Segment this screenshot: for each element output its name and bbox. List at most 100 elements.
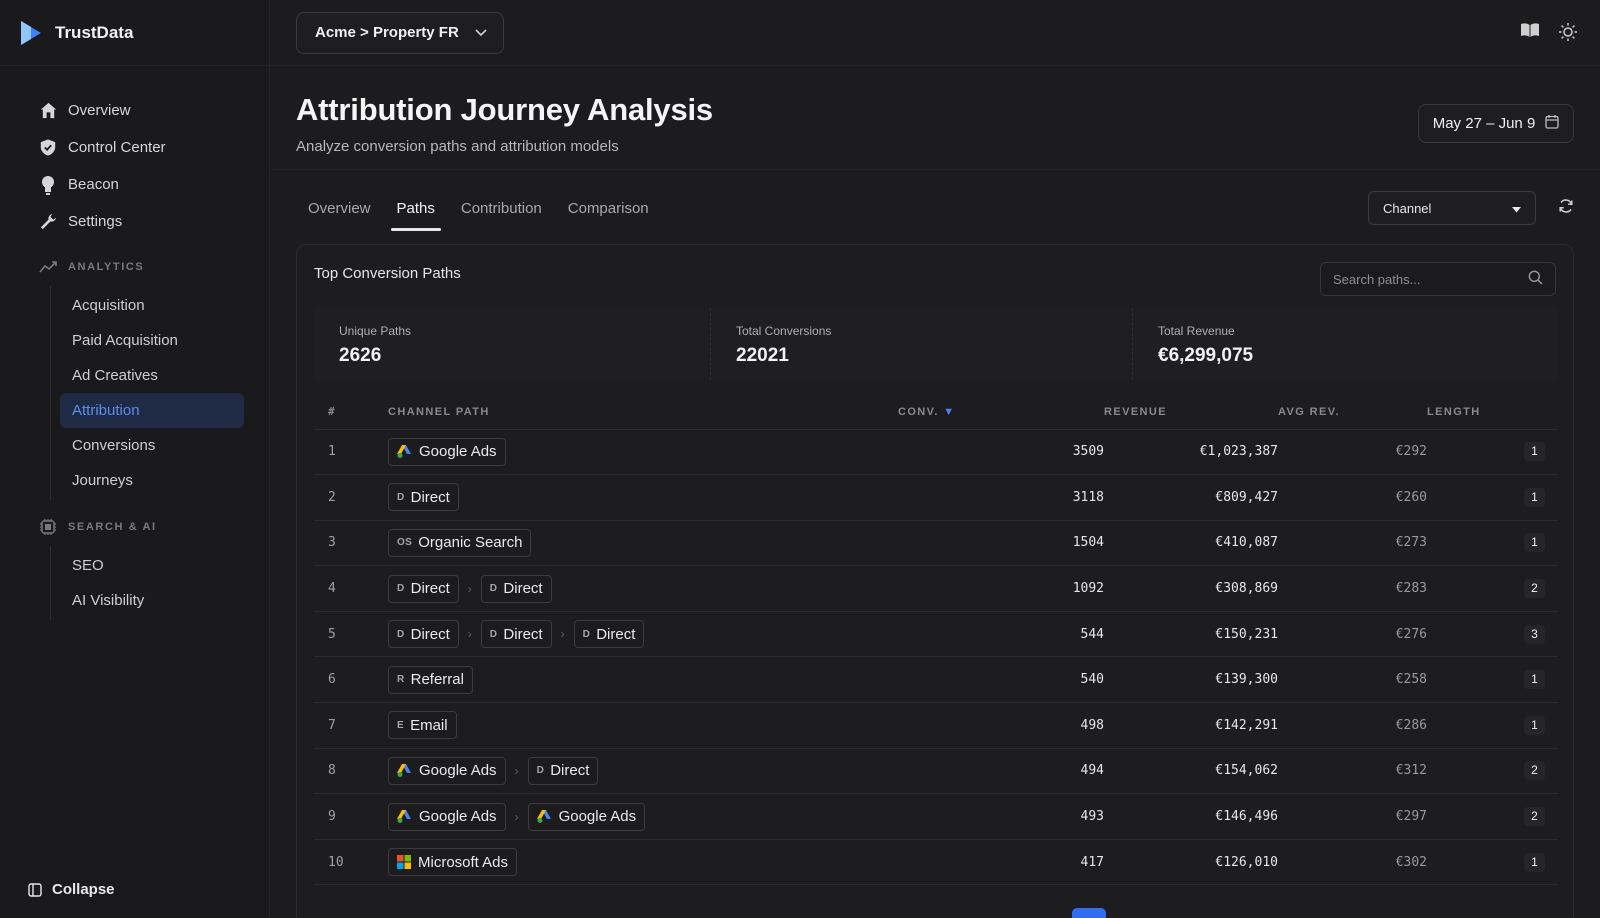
sidebar-item-journeys[interactable]: Journeys: [60, 463, 244, 498]
sidebar-item-attribution[interactable]: Attribution: [60, 393, 244, 428]
trend-icon: [38, 257, 58, 277]
table-row[interactable]: 9 Google Ads › Google Ads 493 €146,496 €297 2: [314, 793, 1558, 840]
row-index: 4: [314, 565, 388, 612]
table-row[interactable]: 6 R Referral 540 €139,300 €258 1: [314, 656, 1558, 704]
table-row[interactable]: 8 Google Ads › D Direct 494 €154,062 €312 2: [314, 748, 1558, 795]
length-badge: 2: [1524, 761, 1545, 781]
sidebar-item-overview[interactable]: Overview: [0, 92, 269, 129]
column-header-length[interactable]: LENGTH: [1427, 395, 1558, 430]
docs-book-icon[interactable]: [1520, 22, 1540, 42]
channel-chip[interactable]: D Direct: [388, 574, 459, 603]
sidebar-item-conversions[interactable]: Conversions: [60, 428, 244, 463]
table-row[interactable]: 10 Microsoft Ads 417 €126,010 €302 1: [314, 839, 1558, 886]
tab-paths[interactable]: Paths: [385, 188, 447, 231]
channel-chip[interactable]: D Direct: [480, 574, 552, 603]
sort-desc-icon: ▼: [943, 405, 956, 418]
sidebar-item-label: Settings: [68, 213, 123, 230]
path-arrow-icon: ›: [514, 763, 519, 778]
wrench-icon: [38, 212, 58, 232]
channel-abbr: OS: [397, 537, 413, 549]
sidebar-item-beacon[interactable]: Beacon: [0, 166, 269, 203]
sidebar-item-seo[interactable]: SEO: [60, 548, 244, 583]
channel-abbr: E: [397, 719, 405, 731]
topbar: Acme > Property FR: [270, 0, 1600, 66]
stat-label: Total Revenue: [1158, 324, 1235, 338]
channel-chip[interactable]: D Direct: [480, 620, 552, 649]
sidebar-item-ad-creatives[interactable]: Ad Creatives: [60, 358, 244, 393]
channel-chip[interactable]: D Direct: [573, 620, 645, 649]
sidebar-item-settings[interactable]: Settings: [0, 203, 269, 240]
theme-sun-icon[interactable]: [1558, 22, 1578, 42]
tab-contribution[interactable]: Contribution: [449, 188, 554, 228]
channel-name: Direct: [410, 488, 450, 506]
section-heading-analytics: ANALYTICS: [0, 252, 269, 282]
channel-path: Google Ads › Google Ads: [388, 802, 898, 831]
refresh-icon[interactable]: [1558, 198, 1574, 214]
row-length: 1: [1427, 474, 1558, 521]
card-title: Top Conversion Paths: [314, 265, 461, 282]
table-row[interactable]: 5 D Direct › D Direct › D Direct 544 €150,231 €276 3: [314, 611, 1558, 658]
pagination-current-page[interactable]: [1072, 908, 1106, 918]
table-header-row: # CHANNEL PATH CONV. ▼ REVENUE AVG REV. …: [314, 395, 1558, 430]
row-avg-revenue: €297: [1278, 793, 1427, 840]
channel-chip[interactable]: E Email: [388, 711, 457, 740]
google-ads-icon: [397, 445, 412, 459]
channel-name: Google Ads: [419, 762, 497, 780]
channel-chip[interactable]: Microsoft Ads: [388, 848, 518, 877]
channel-chip[interactable]: Google Ads: [388, 756, 506, 785]
analytics-subnav: Acquisition Paid Acquisition Ad Creative…: [50, 286, 269, 500]
channel-path: E Email: [388, 711, 898, 740]
channel-path: R Referral: [388, 665, 898, 694]
column-header-avg-revenue[interactable]: AVG REV.: [1278, 395, 1427, 430]
column-header-conversions[interactable]: CONV. ▼: [898, 395, 1104, 430]
row-conversions: 544: [898, 611, 1104, 658]
row-conversions: 1504: [898, 520, 1104, 567]
channel-chip[interactable]: D Direct: [527, 756, 599, 785]
date-range-picker[interactable]: May 27 – Jun 9: [1418, 104, 1574, 143]
table-row[interactable]: 7 E Email 498 €142,291 €286 1: [314, 702, 1558, 749]
stat-total-conversions: Total Conversions 22021: [711, 308, 1133, 380]
channel-chip[interactable]: D Direct: [388, 620, 459, 649]
channel-chip[interactable]: R Referral: [388, 665, 473, 694]
channel-abbr: R: [397, 674, 405, 686]
column-header-revenue[interactable]: REVENUE: [1104, 395, 1278, 430]
grouping-select[interactable]: Channel: [1368, 191, 1536, 225]
sidebar-item-acquisition[interactable]: Acquisition: [60, 288, 244, 323]
channel-path: Google Ads › D Direct: [388, 756, 898, 785]
tab-list: Overview Paths Contribution Comparison: [296, 188, 663, 231]
brand[interactable]: TrustData: [0, 0, 269, 66]
row-conversions: 1092: [898, 565, 1104, 612]
search-paths: [1320, 262, 1556, 296]
table-row[interactable]: 4 D Direct › D Direct 1092 €308,869 €283 2: [314, 565, 1558, 612]
sidebar-item-paid-acquisition[interactable]: Paid Acquisition: [60, 323, 244, 358]
page-subtitle: Analyze conversion paths and attribution…: [296, 138, 619, 155]
sidebar-item-label: Control Center: [68, 139, 166, 156]
search-input[interactable]: [1333, 271, 1513, 287]
row-path: D Direct › D Direct › D Direct: [388, 611, 898, 658]
channel-chip[interactable]: Google Ads: [527, 802, 646, 831]
tab-comparison[interactable]: Comparison: [556, 188, 661, 228]
channel-abbr: D: [489, 583, 498, 595]
channel-chip[interactable]: OS Organic Search: [388, 528, 532, 557]
table-row[interactable]: 1 Google Ads 3509 €1,023,387 €292 1: [314, 429, 1558, 476]
microsoft-ads-icon: [397, 855, 411, 870]
search-icon[interactable]: [1528, 270, 1543, 288]
channel-chip[interactable]: Google Ads: [388, 802, 506, 831]
row-index: 9: [314, 793, 388, 840]
tab-overview[interactable]: Overview: [296, 188, 383, 228]
table-row[interactable]: 2 D Direct 3118 €809,427 €260 1: [314, 474, 1558, 521]
page-title: Attribution Journey Analysis: [296, 92, 713, 127]
sidebar-item-ai-visibility[interactable]: AI Visibility: [60, 583, 244, 618]
collapse-button[interactable]: Collapse: [28, 881, 115, 898]
channel-path: D Direct › D Direct › D Direct: [388, 620, 898, 649]
channel-chip[interactable]: Google Ads: [388, 437, 506, 466]
row-revenue: €308,869: [1104, 565, 1278, 612]
table-row[interactable]: 3 OS Organic Search 1504 €410,087 €273 1: [314, 520, 1558, 567]
page-header: Attribution Journey Analysis Analyze con…: [270, 66, 1600, 170]
channel-chip[interactable]: D Direct: [388, 483, 459, 512]
row-conversions: 498: [898, 702, 1104, 749]
row-avg-revenue: €312: [1278, 748, 1427, 795]
sidebar-item-control-center[interactable]: Control Center: [0, 129, 269, 166]
property-selector[interactable]: Acme > Property FR: [296, 11, 504, 54]
tabs-row: Overview Paths Contribution Comparison C…: [270, 170, 1600, 246]
